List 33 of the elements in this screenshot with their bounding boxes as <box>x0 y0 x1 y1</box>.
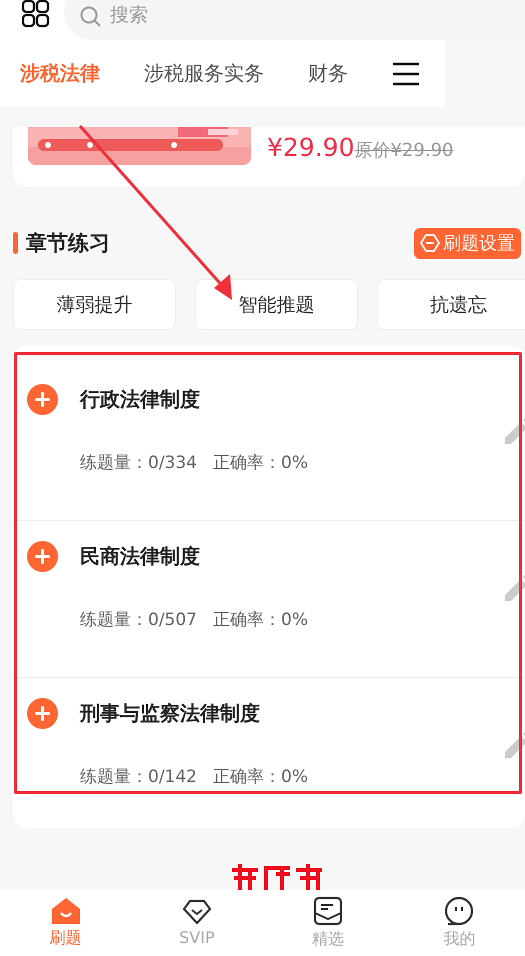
envelope-icon <box>313 896 344 926</box>
menu-icon[interactable] <box>393 62 419 86</box>
chat-icon <box>444 896 474 926</box>
hexagon-minus-icon <box>420 233 440 253</box>
practice-count: 练题量：0/507 <box>80 609 197 631</box>
plus-icon[interactable] <box>27 384 58 415</box>
section-title: 章节练习 <box>26 230 111 257</box>
plus-icon[interactable] <box>27 698 58 729</box>
pencil-icon[interactable] <box>503 416 525 444</box>
practice-count: 练题量：0/334 <box>80 452 197 474</box>
pencil-icon[interactable] <box>503 573 525 601</box>
section-marker <box>13 232 18 254</box>
logo-icon <box>230 864 325 890</box>
search-icon <box>80 6 102 28</box>
mode-button[interactable]: 薄弱提升 <box>13 279 176 330</box>
price: ¥29.90 <box>267 133 354 162</box>
chapter-title[interactable]: 刑事与监察法律制度 <box>80 700 260 727</box>
mode-button[interactable]: 抗遗忘 <box>377 279 525 330</box>
diamond-icon <box>182 899 212 925</box>
home-icon <box>50 897 81 925</box>
accuracy-rate: 正确率：0% <box>213 609 308 631</box>
accuracy-rate: 正确率：0% <box>213 766 308 788</box>
category-tab[interactable]: 财务 <box>308 60 348 87</box>
mode-button[interactable]: 智能推题 <box>195 279 358 330</box>
practice-count: 练题量：0/142 <box>80 766 197 788</box>
pencil-icon[interactable] <box>503 730 525 758</box>
accuracy-rate: 正确率：0% <box>213 452 308 474</box>
plus-icon[interactable] <box>27 541 58 572</box>
category-tab[interactable]: 涉税服务实务 <box>144 60 264 87</box>
chapter-title[interactable]: 民商法律制度 <box>80 543 200 570</box>
chapter-title[interactable]: 行政法律制度 <box>80 386 200 413</box>
original-price: 原价¥29.90 <box>354 139 454 162</box>
grid-icon[interactable] <box>22 0 50 28</box>
